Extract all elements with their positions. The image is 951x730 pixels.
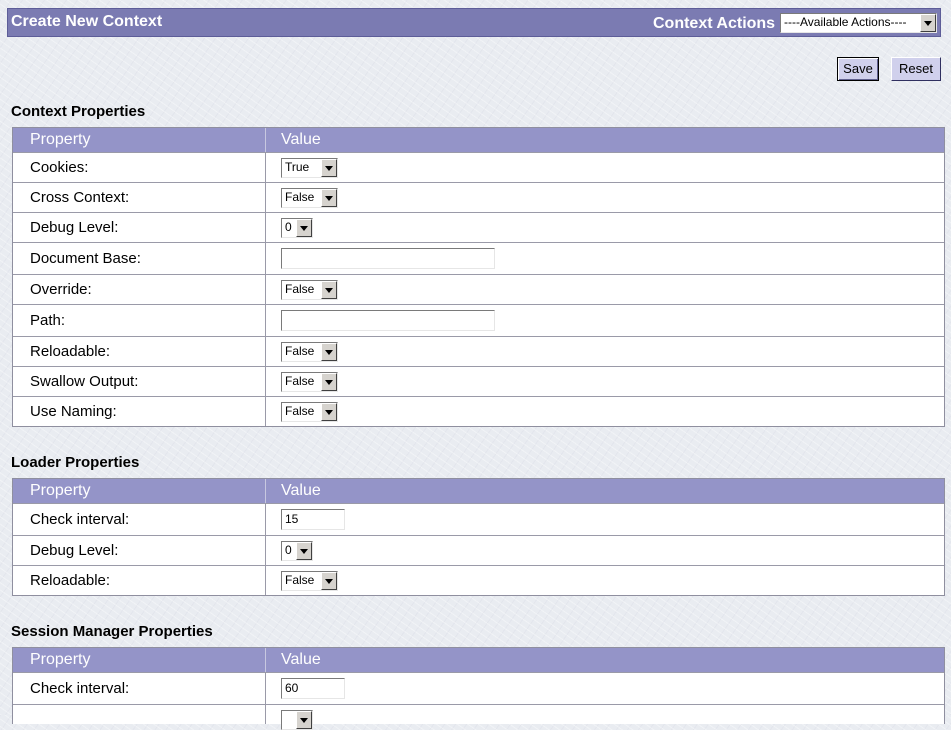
row-override: Override: False [13,274,944,304]
row-check-interval: Check interval: 15 [13,503,944,535]
context-properties-table: Property Value Cookies: True Cross Conte… [12,127,945,427]
chevron-down-icon[interactable] [321,572,337,590]
partial-select[interactable] [281,710,313,730]
row-label: Use Naming: [30,403,117,420]
row-label: Swallow Output: [30,373,139,390]
select-value: False [285,344,315,358]
swallow-output-select[interactable]: False [281,372,338,392]
row-partial [13,704,944,730]
row-reloadable: Reloadable: False [13,565,944,595]
row-reloadable: Reloadable: False [13,336,944,366]
chevron-down-icon[interactable] [296,219,312,237]
chevron-down-icon[interactable] [296,542,312,560]
select-value: False [285,282,315,296]
row-label: Override: [30,281,92,298]
select-value: False [285,573,315,587]
row-label: Cookies: [30,159,89,176]
value-column-header: Value [281,482,321,499]
chevron-down-icon[interactable] [321,373,337,391]
loader-properties-heading: Loader Properties [11,454,140,471]
loader-reloadable-select[interactable]: False [281,571,338,591]
select-value: 0 [285,543,292,557]
select-value: True [285,160,310,174]
cross-context-select[interactable]: False [281,188,338,208]
row-debug-level: Debug Level: 0 [13,535,944,565]
cookies-select[interactable]: True [281,158,338,178]
select-value: False [285,374,315,388]
context-actions-select[interactable]: ----Available Actions---- [780,13,937,33]
context-actions-label: Context Actions [653,15,776,32]
row-label: Check interval: [30,511,130,528]
table-header: Property Value [13,479,944,503]
value-column-header: Value [281,131,321,148]
debug-level-select[interactable]: 0 [281,218,313,238]
row-label: Cross Context: [30,189,130,206]
row-label: Debug Level: [30,219,119,236]
row-path: Path: [13,304,944,336]
override-select[interactable]: False [281,280,338,300]
row-cross-context: Cross Context: False [13,182,944,212]
page-title: Create New Context [11,13,163,30]
chevron-down-icon[interactable] [321,343,337,361]
use-naming-select[interactable]: False [281,402,338,422]
reset-button[interactable]: Reset [891,57,941,81]
row-label: Document Base: [30,250,141,267]
row-cookies: Cookies: True [13,152,944,182]
context-properties-heading: Context Properties [11,103,146,120]
row-document-base: Document Base: [13,242,944,274]
loader-debug-level-select[interactable]: 0 [281,541,313,561]
loader-properties-table: Property Value Check interval: 15 Debug … [12,478,945,596]
row-check-interval: Check interval: 60 [13,672,944,704]
row-swallow-output: Swallow Output: False [13,366,944,396]
chevron-down-icon[interactable] [296,711,312,729]
table-header: Property Value [13,648,944,672]
row-label: Reloadable: [30,572,111,589]
chevron-down-icon[interactable] [321,159,337,177]
context-actions-value: ----Available Actions---- [784,15,907,29]
chevron-down-icon[interactable] [321,189,337,207]
save-button[interactable]: Save [837,57,879,81]
row-debug-level: Debug Level: 0 [13,212,944,242]
chevron-down-icon[interactable] [321,281,337,299]
reloadable-select[interactable]: False [281,342,338,362]
check-interval-input[interactable]: 15 [281,509,345,530]
session-check-interval-input[interactable]: 60 [281,678,345,699]
row-label: Reloadable: [30,343,111,360]
select-value: False [285,404,315,418]
property-column-header: Property [30,651,91,668]
select-value: 0 [285,220,292,234]
property-column-header: Property [30,482,91,499]
session-manager-properties-heading: Session Manager Properties [11,623,213,640]
table-header: Property Value [13,128,944,152]
path-input[interactable] [281,310,495,331]
property-column-header: Property [30,131,91,148]
session-manager-properties-table: Property Value Check interval: 60 [12,647,945,730]
value-column-header: Value [281,651,321,668]
row-use-naming: Use Naming: False [13,396,944,426]
title-bar: Create New Context Context Actions ----A… [7,8,941,37]
row-label: Check interval: [30,680,130,697]
chevron-down-icon[interactable] [920,14,936,32]
row-label: Path: [30,312,66,329]
select-value: False [285,190,315,204]
document-base-input[interactable] [281,248,495,269]
row-label: Debug Level: [30,542,119,559]
chevron-down-icon[interactable] [321,403,337,421]
